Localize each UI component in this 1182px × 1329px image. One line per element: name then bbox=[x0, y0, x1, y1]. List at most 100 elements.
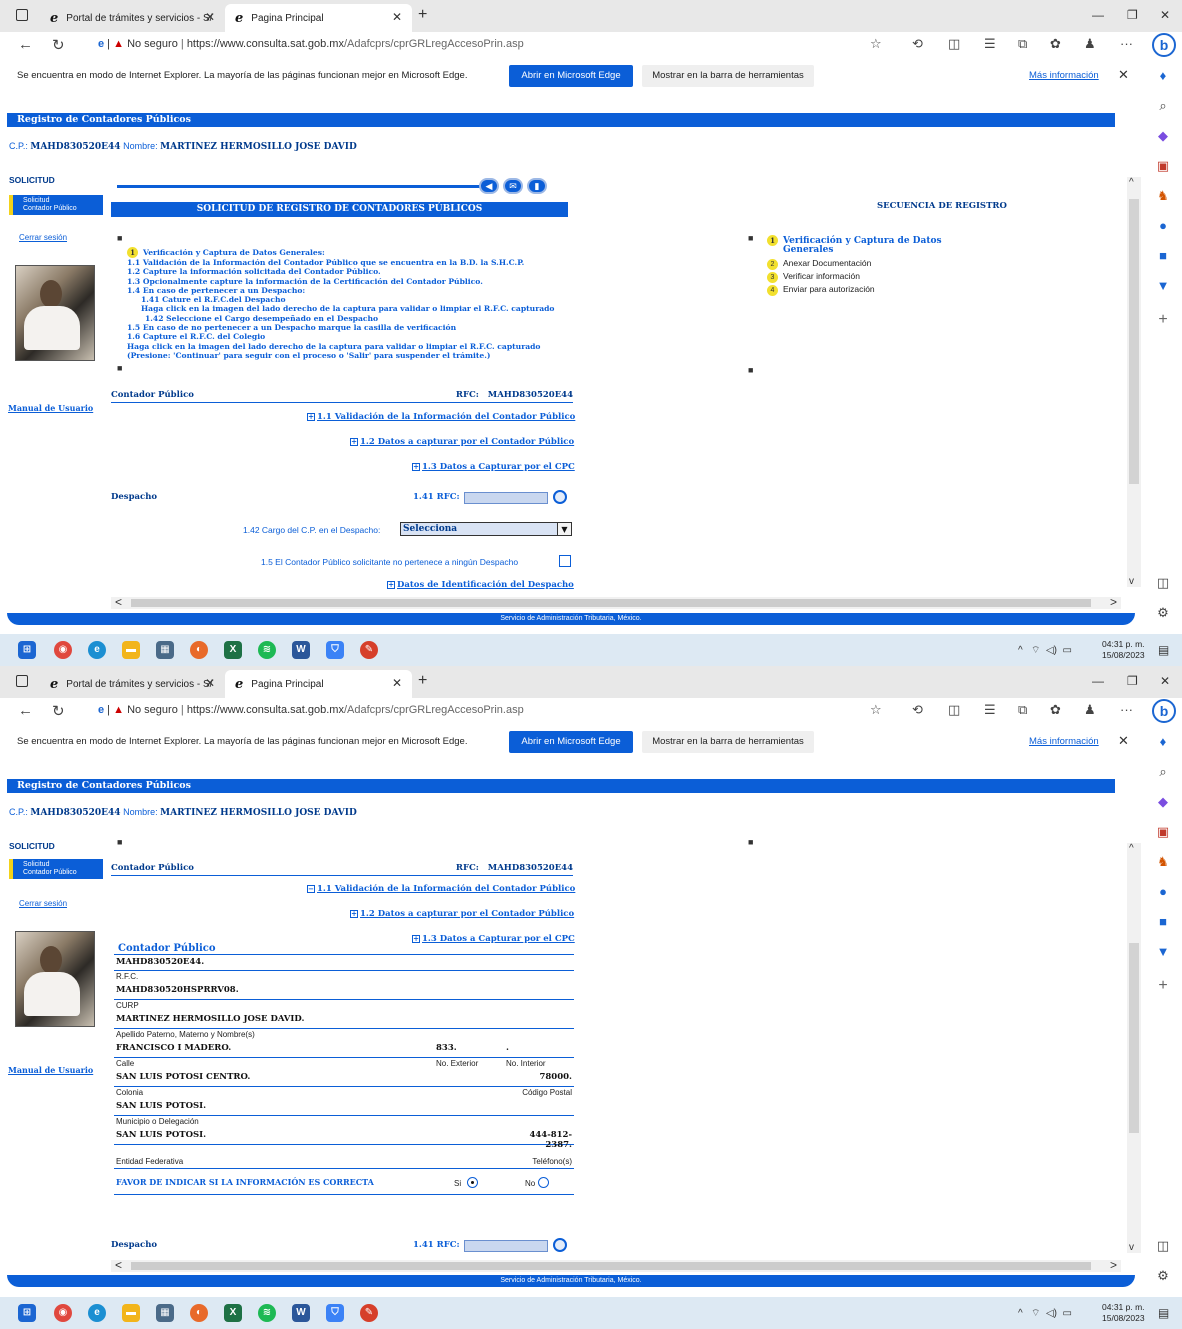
system-tray[interactable]: ^ ⌔ ◁) ▭ bbox=[1018, 1307, 1072, 1320]
url-field[interactable]: e | ▲ No seguro | https://www.consulta.s… bbox=[98, 38, 524, 50]
url-field[interactable]: e | ▲ No seguro | https://www.consulta.s… bbox=[98, 704, 524, 716]
shopping-icon[interactable]: ◆ bbox=[1155, 794, 1171, 810]
scroll-up-icon[interactable]: ^ bbox=[1129, 177, 1134, 188]
drop-icon[interactable]: ▼ bbox=[1155, 278, 1171, 294]
firefox-icon[interactable]: ◐ bbox=[190, 1304, 208, 1322]
notifications-icon[interactable]: ▤ bbox=[1158, 643, 1169, 657]
tab-pagina-principal[interactable]: e Pagina Principal ✕ bbox=[225, 4, 412, 32]
link-validacion[interactable]: −1.1 Validación de la Información del Co… bbox=[307, 884, 575, 894]
tools-icon[interactable]: ▣ bbox=[1155, 158, 1171, 174]
scroll-left-icon[interactable]: < bbox=[115, 595, 122, 609]
spotify-icon[interactable]: ≋ bbox=[258, 641, 276, 659]
tab-portal[interactable]: e Portal de trámites y servicios - S/ ✕ bbox=[40, 670, 225, 698]
link-validacion[interactable]: +1.1 Validación de la Información del Co… bbox=[307, 412, 575, 422]
logout-link[interactable]: Cerrar sesión bbox=[19, 899, 67, 908]
sidebar-item-solicitud[interactable]: Solicitud Contador Público bbox=[9, 195, 103, 215]
open-in-edge-button[interactable]: Abrir en Microsoft Edge bbox=[509, 65, 633, 87]
excel-icon[interactable]: X bbox=[224, 641, 242, 659]
open-in-edge-button[interactable]: Abrir en Microsoft Edge bbox=[509, 731, 633, 753]
favorites-icon[interactable]: ☰ bbox=[984, 702, 996, 718]
file-explorer-icon[interactable]: ▬ bbox=[122, 1304, 140, 1322]
sidebar-item-solicitud[interactable]: Solicitud Contador Público bbox=[9, 859, 103, 879]
horizontal-scrollbar[interactable]: < > bbox=[111, 1258, 1121, 1272]
validate-search-icon[interactable] bbox=[553, 1238, 567, 1252]
word-icon[interactable]: W bbox=[292, 641, 310, 659]
back-icon[interactable]: ← bbox=[18, 36, 33, 53]
calculator-icon[interactable]: ▦ bbox=[156, 641, 174, 659]
extensions-icon[interactable]: ✿ bbox=[1050, 36, 1061, 52]
edge-icon[interactable]: e bbox=[88, 1304, 106, 1322]
more-info-link[interactable]: Más información bbox=[1029, 70, 1099, 81]
sidebar-layout-icon[interactable]: ◫ bbox=[1155, 1238, 1171, 1254]
restore-icon[interactable]: ❐ bbox=[1127, 674, 1138, 688]
refresh-icon[interactable]: ↻ bbox=[52, 36, 65, 54]
more-info-link[interactable]: Más información bbox=[1029, 736, 1099, 747]
split-screen-icon[interactable]: ◫ bbox=[948, 702, 960, 718]
bell-icon[interactable]: ♦ bbox=[1155, 68, 1171, 84]
extensions-icon[interactable]: ✿ bbox=[1050, 702, 1061, 718]
close-icon[interactable]: ✕ bbox=[392, 676, 402, 690]
close-icon[interactable]: ✕ bbox=[392, 10, 402, 24]
spotify-icon[interactable]: ≋ bbox=[258, 1304, 276, 1322]
back-arrow-icon[interactable]: ◀ bbox=[479, 178, 499, 194]
close-window-icon[interactable]: ✕ bbox=[1160, 8, 1170, 22]
tab-portal[interactable]: e Portal de trámites y servicios - S/ ✕ bbox=[40, 4, 225, 32]
shield-icon[interactable]: ⛉ bbox=[326, 641, 344, 659]
vertical-scrollbar[interactable]: ^ v bbox=[1127, 177, 1141, 587]
scroll-down-icon[interactable]: v bbox=[1129, 576, 1134, 587]
clock[interactable]: 04:31 p. m. 15/08/2023 bbox=[1102, 639, 1145, 661]
bing-icon[interactable]: b bbox=[1152, 33, 1176, 57]
scroll-thumb[interactable] bbox=[131, 1262, 1091, 1270]
file-explorer-icon[interactable]: ▬ bbox=[122, 641, 140, 659]
scroll-up-icon[interactable]: ^ bbox=[1129, 843, 1134, 854]
bing-icon[interactable]: b bbox=[1152, 699, 1176, 723]
link-identificacion-despacho[interactable]: + Datos de Identificación del Despacho bbox=[387, 580, 574, 590]
chrome-icon[interactable]: ◉ bbox=[54, 641, 72, 659]
link-datos-capturar[interactable]: +1.2 Datos a capturar por el Contador Pú… bbox=[350, 909, 574, 919]
user-manual-link[interactable]: Manual de Usuario bbox=[8, 1065, 93, 1075]
back-icon[interactable]: ← bbox=[18, 702, 33, 719]
favorite-star-icon[interactable]: ☆ bbox=[870, 36, 882, 52]
paint-icon[interactable]: ✎ bbox=[360, 1304, 378, 1322]
drop-icon[interactable]: ▼ bbox=[1155, 944, 1171, 960]
edge-icon[interactable]: e bbox=[88, 641, 106, 659]
firefox-icon[interactable]: ◐ bbox=[190, 641, 208, 659]
profile-icon[interactable]: ♟ bbox=[1084, 36, 1096, 52]
scroll-right-icon[interactable]: > bbox=[1110, 595, 1117, 609]
windows-start-icon[interactable]: ⊞ bbox=[18, 641, 36, 659]
notifications-icon[interactable]: ▤ bbox=[1158, 1306, 1169, 1320]
excel-icon[interactable]: X bbox=[224, 1304, 242, 1322]
sidebar-layout-icon[interactable]: ◫ bbox=[1155, 575, 1171, 591]
profile-icon[interactable]: ♟ bbox=[1084, 702, 1096, 718]
tab-actions-icon[interactable] bbox=[16, 9, 28, 21]
favorites-icon[interactable]: ☰ bbox=[984, 36, 996, 52]
tab-actions-icon[interactable] bbox=[16, 675, 28, 687]
paint-icon[interactable]: ✎ bbox=[360, 641, 378, 659]
minimize-icon[interactable]: — bbox=[1092, 8, 1104, 22]
tab-pagina-principal[interactable]: e Pagina Principal ✕ bbox=[225, 670, 412, 698]
windows-start-icon[interactable]: ⊞ bbox=[18, 1304, 36, 1322]
settings-icon[interactable]: ⚙ bbox=[1155, 1268, 1171, 1284]
no-radio[interactable] bbox=[538, 1177, 549, 1188]
mail-icon[interactable]: ✉ bbox=[503, 178, 523, 194]
scroll-thumb[interactable] bbox=[1129, 943, 1139, 1133]
system-tray[interactable]: ^ ⌔ ◁) ▭ bbox=[1018, 644, 1072, 657]
scroll-right-icon[interactable]: > bbox=[1110, 1258, 1117, 1272]
restore-icon[interactable]: ❐ bbox=[1127, 8, 1138, 22]
show-toolbar-button[interactable]: Mostrar en la barra de herramientas bbox=[642, 731, 814, 753]
close-window-icon[interactable]: ✕ bbox=[1160, 674, 1170, 688]
validate-search-icon[interactable] bbox=[553, 490, 567, 504]
link-datos-capturar[interactable]: +1.2 Datos a capturar por el Contador Pú… bbox=[350, 437, 574, 447]
scroll-thumb[interactable] bbox=[1129, 199, 1139, 484]
shield-icon[interactable]: ⛉ bbox=[326, 1304, 344, 1322]
close-icon[interactable]: ✕ bbox=[1118, 67, 1129, 83]
games-icon[interactable]: ♞ bbox=[1155, 854, 1171, 870]
scroll-left-icon[interactable]: < bbox=[115, 1258, 122, 1272]
calculator-icon[interactable]: ▦ bbox=[156, 1304, 174, 1322]
yes-radio[interactable] bbox=[467, 1177, 478, 1188]
search-icon[interactable]: ⌕ bbox=[1155, 98, 1171, 114]
shopping-icon[interactable]: ◆ bbox=[1155, 128, 1171, 144]
no-despacho-checkbox[interactable] bbox=[559, 555, 571, 567]
office-icon[interactable]: ● bbox=[1155, 218, 1171, 234]
vertical-scrollbar[interactable]: ^ v bbox=[1127, 843, 1141, 1253]
